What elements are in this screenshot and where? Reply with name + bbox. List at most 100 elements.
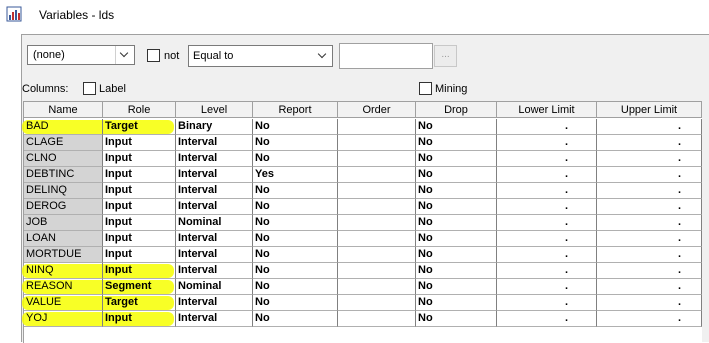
cell-upper[interactable]: . (597, 183, 702, 199)
operator-select[interactable]: Equal to (188, 45, 333, 67)
cell-upper[interactable]: . (597, 263, 702, 279)
cell-order[interactable] (338, 151, 416, 167)
label-checkbox[interactable] (83, 82, 96, 95)
cell-drop[interactable]: No (416, 311, 497, 327)
cell-drop[interactable]: No (416, 183, 497, 199)
cell-level[interactable]: Interval (176, 311, 253, 327)
cell-report[interactable]: No (253, 135, 338, 151)
cell-drop[interactable]: No (416, 119, 497, 135)
cell-drop[interactable]: No (416, 167, 497, 183)
cell-drop[interactable]: No (416, 151, 497, 167)
cell-lower[interactable]: . (497, 151, 597, 167)
cell-upper[interactable]: . (597, 279, 702, 295)
cell-name[interactable]: REASON (24, 279, 103, 295)
role-filter-select[interactable]: (none) (27, 45, 135, 65)
cell-role[interactable]: Input (103, 151, 176, 167)
cell-level[interactable]: Binary (176, 119, 253, 135)
cell-order[interactable] (338, 295, 416, 311)
header-level[interactable]: Level (176, 102, 253, 118)
cell-order[interactable] (338, 231, 416, 247)
not-checkbox[interactable] (147, 49, 160, 62)
header-name[interactable]: Name (24, 102, 103, 118)
cell-drop[interactable]: No (416, 279, 497, 295)
cell-lower[interactable]: . (497, 135, 597, 151)
cell-role[interactable]: Input (103, 263, 176, 279)
cell-level[interactable]: Interval (176, 199, 253, 215)
cell-upper[interactable]: . (597, 119, 702, 135)
cell-upper[interactable]: . (597, 167, 702, 183)
cell-lower[interactable]: . (497, 215, 597, 231)
cell-level[interactable]: Interval (176, 295, 253, 311)
cell-report[interactable]: No (253, 231, 338, 247)
cell-role[interactable]: Target (103, 119, 176, 135)
cell-role[interactable]: Input (103, 215, 176, 231)
cell-name[interactable]: BAD (24, 119, 103, 135)
cell-lower[interactable]: . (497, 183, 597, 199)
cell-name[interactable]: MORTDUE (24, 247, 103, 263)
cell-lower[interactable]: . (497, 279, 597, 295)
cell-order[interactable] (338, 215, 416, 231)
header-drop[interactable]: Drop (416, 102, 497, 118)
chevron-down-icon[interactable] (314, 46, 332, 66)
cell-report[interactable]: No (253, 295, 338, 311)
cell-role[interactable]: Input (103, 247, 176, 263)
cell-lower[interactable]: . (497, 311, 597, 327)
cell-upper[interactable]: . (597, 311, 702, 327)
cell-role[interactable]: Target (103, 295, 176, 311)
cell-order[interactable] (338, 199, 416, 215)
cell-lower[interactable]: . (497, 263, 597, 279)
cell-role[interactable]: Input (103, 231, 176, 247)
header-lower-limit[interactable]: Lower Limit (497, 102, 597, 118)
cell-upper[interactable]: . (597, 295, 702, 311)
cell-report[interactable]: No (253, 279, 338, 295)
cell-role[interactable]: Input (103, 135, 176, 151)
cell-name[interactable]: CLNO (24, 151, 103, 167)
cell-drop[interactable]: No (416, 295, 497, 311)
cell-order[interactable] (338, 247, 416, 263)
cell-level[interactable]: Interval (176, 183, 253, 199)
cell-upper[interactable]: . (597, 199, 702, 215)
cell-name[interactable]: LOAN (24, 231, 103, 247)
cell-drop[interactable]: No (416, 247, 497, 263)
cell-lower[interactable]: . (497, 199, 597, 215)
cell-name[interactable]: CLAGE (24, 135, 103, 151)
cell-name[interactable]: NINQ (24, 263, 103, 279)
cell-lower[interactable]: . (497, 167, 597, 183)
cell-drop[interactable]: No (416, 135, 497, 151)
cell-order[interactable] (338, 263, 416, 279)
cell-name[interactable]: JOB (24, 215, 103, 231)
cell-upper[interactable]: . (597, 215, 702, 231)
header-upper-limit[interactable]: Upper Limit (597, 102, 702, 118)
cell-report[interactable]: No (253, 199, 338, 215)
cell-order[interactable] (338, 183, 416, 199)
cell-report[interactable]: No (253, 263, 338, 279)
cell-name[interactable]: DEROG (24, 199, 103, 215)
cell-report[interactable]: No (253, 247, 338, 263)
cell-level[interactable]: Interval (176, 247, 253, 263)
browse-button[interactable]: ... (434, 45, 457, 67)
cell-drop[interactable]: No (416, 215, 497, 231)
chevron-down-icon[interactable] (115, 46, 134, 64)
cell-level[interactable]: Interval (176, 167, 253, 183)
cell-drop[interactable]: No (416, 199, 497, 215)
mining-checkbox[interactable] (419, 82, 432, 95)
cell-level[interactable]: Interval (176, 231, 253, 247)
cell-order[interactable] (338, 279, 416, 295)
cell-role[interactable]: Input (103, 167, 176, 183)
cell-level[interactable]: Interval (176, 151, 253, 167)
cell-upper[interactable]: . (597, 151, 702, 167)
cell-report[interactable]: No (253, 215, 338, 231)
cell-level[interactable]: Nominal (176, 279, 253, 295)
cell-order[interactable] (338, 167, 416, 183)
cell-order[interactable] (338, 119, 416, 135)
cell-order[interactable] (338, 135, 416, 151)
cell-drop[interactable]: No (416, 263, 497, 279)
filter-value-input[interactable] (339, 43, 433, 69)
cell-report[interactable]: No (253, 119, 338, 135)
cell-role[interactable]: Input (103, 183, 176, 199)
cell-role[interactable]: Input (103, 311, 176, 327)
cell-role[interactable]: Input (103, 199, 176, 215)
cell-name[interactable]: DELINQ (24, 183, 103, 199)
header-role[interactable]: Role (103, 102, 176, 118)
cell-order[interactable] (338, 311, 416, 327)
